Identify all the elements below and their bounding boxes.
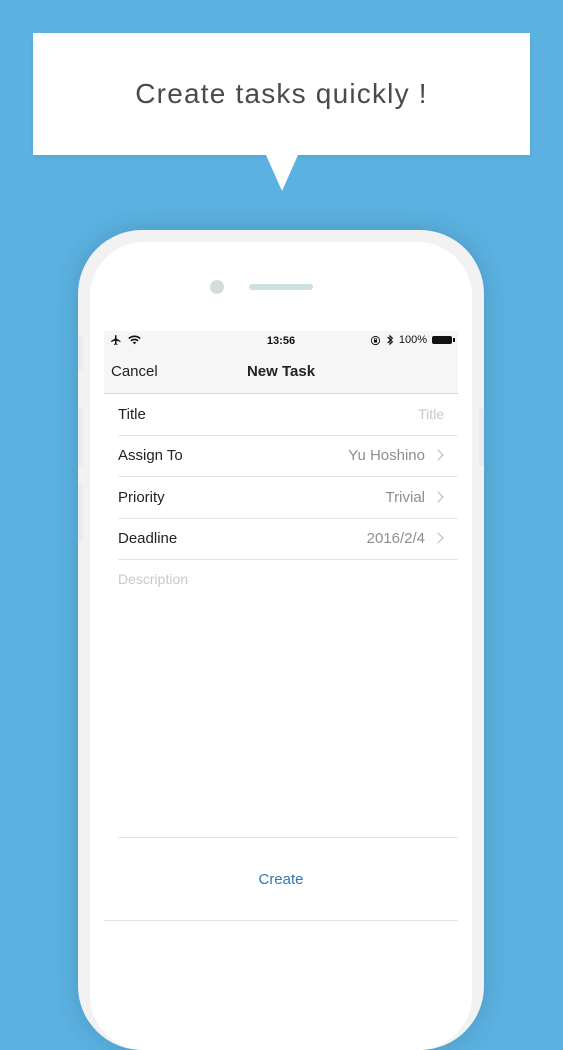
- deadline-row[interactable]: Deadline 2016/2/4: [118, 518, 458, 560]
- promo-banner-tail: [266, 155, 298, 191]
- priority-value: Trivial: [385, 489, 425, 506]
- status-bar: 13:56 100%: [104, 331, 458, 351]
- deadline-value: 2016/2/4: [366, 530, 425, 547]
- assign-to-label: Assign To: [118, 447, 183, 464]
- phone-volume-up: [78, 408, 83, 466]
- description-textarea[interactable]: Description: [118, 571, 188, 587]
- battery-icon: [432, 336, 455, 344]
- title-label: Title: [118, 406, 146, 423]
- bottom-divider: [104, 920, 458, 921]
- promo-banner-text: Create tasks quickly !: [135, 78, 428, 109]
- phone-camera: [210, 280, 224, 294]
- deadline-label: Deadline: [118, 530, 178, 547]
- nav-bar: Cancel New Task: [104, 351, 458, 394]
- orientation-lock-icon: [370, 335, 380, 345]
- battery-percent: 100%: [398, 334, 427, 346]
- title-row[interactable]: Title Title: [118, 394, 458, 436]
- chevron-right-icon: [432, 449, 444, 461]
- chevron-right-icon: [432, 532, 444, 544]
- phone-volume-down: [78, 484, 83, 542]
- assign-to-row[interactable]: Assign To Yu Hoshino: [118, 435, 458, 477]
- promo-banner: Create tasks quickly !: [33, 33, 530, 155]
- chevron-right-icon: [432, 491, 444, 503]
- phone-speaker: [249, 284, 313, 290]
- assign-to-value: Yu Hoshino: [348, 447, 425, 464]
- phone-power-button: [479, 408, 484, 466]
- priority-label: Priority: [118, 489, 165, 506]
- description-divider: [118, 837, 458, 838]
- app-screen: 13:56 100% Cancel New Task Title Title A…: [104, 331, 458, 1000]
- status-right: 100%: [370, 334, 455, 346]
- page-title: New Task: [246, 363, 316, 380]
- create-button[interactable]: Create: [104, 871, 458, 888]
- phone-mute-switch: [78, 335, 83, 371]
- priority-row[interactable]: Priority Trivial: [118, 477, 458, 519]
- bluetooth-icon: [387, 334, 394, 346]
- title-input[interactable]: Title: [418, 406, 444, 422]
